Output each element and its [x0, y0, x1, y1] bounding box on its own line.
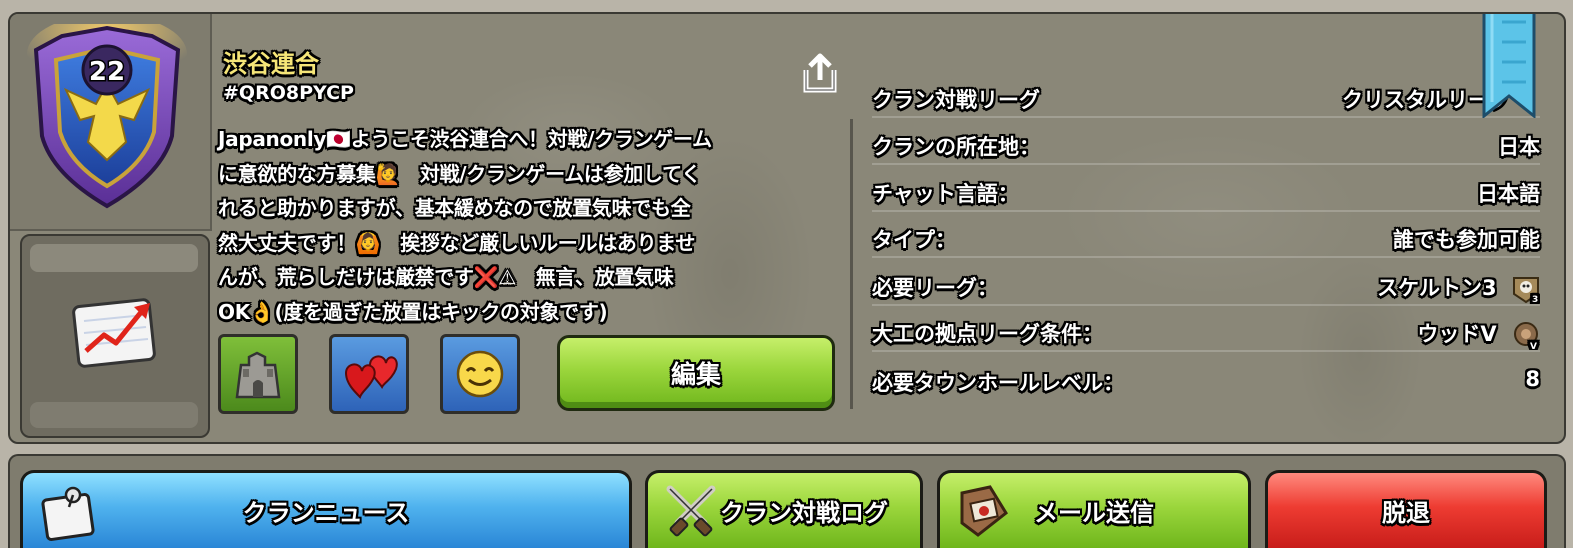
wood-league-numeral: V	[1530, 342, 1537, 350]
clan-level: 22	[89, 57, 125, 87]
required-league-value: スケルトン3	[1377, 276, 1497, 300]
required-league-label: 必要リーグ：	[872, 276, 998, 300]
clan-tag: #QRO8PYCP	[223, 82, 354, 104]
builder-league-label: 大工の拠点リーグ条件：	[872, 322, 1103, 346]
war-frequency-tile[interactable]	[218, 334, 298, 414]
news-note-icon	[41, 486, 95, 541]
crossed-swords-icon	[666, 485, 716, 537]
war-fortress-icon	[235, 351, 281, 399]
friendly-war-tile[interactable]	[329, 334, 409, 414]
leave-clan-button[interactable]: 脱退	[1265, 470, 1547, 548]
send-mail-button[interactable]: メール送信	[937, 470, 1251, 548]
location-value: 日本	[1498, 135, 1540, 159]
smiley-icon	[456, 350, 504, 398]
war-log-label: クラン対戦ログ	[720, 499, 888, 527]
clan-description: Japanonly🇯🇵ようこそ渋谷連合へ！対戦/クランゲーム に意欲的な方募集🙋…	[218, 127, 712, 324]
info-row-location: クランの所在地： 日本	[872, 131, 1540, 165]
history-bottom-bar	[30, 402, 198, 428]
chat-language-label: チャット言語：	[872, 182, 1019, 206]
clan-news-label: クランニュース	[242, 499, 410, 527]
clan-name: 渋谷連合	[223, 50, 319, 78]
required-townhall-label: 必要タウンホールレベル：	[872, 371, 1124, 395]
info-row-war-league: クラン対戦リーグ クリスタルリーグ	[872, 84, 1540, 118]
wood-league-icon: V	[1514, 322, 1538, 350]
edit-button[interactable]: 編集	[557, 335, 835, 411]
type-label: タイプ：	[872, 228, 956, 252]
clan-info-panel: 22 渋谷連合 #QRO8PYCP Japanonly🇯🇵ようこそ渋谷連合へ！対…	[8, 12, 1566, 444]
bookmark-ribbon-icon[interactable]	[1480, 12, 1538, 118]
required-townhall-value: 8	[1525, 367, 1540, 391]
clan-news-button[interactable]: クランニュース	[20, 470, 632, 548]
history-top-bar	[30, 244, 198, 272]
war-log-button[interactable]: クラン対戦ログ	[645, 470, 923, 548]
info-row-type: タイプ： 誰でも参加可能	[872, 224, 1540, 258]
type-value: 誰でも参加可能	[1393, 228, 1540, 252]
builder-league-value: ウッドV	[1417, 322, 1497, 346]
war-league-label: クラン対戦リーグ	[872, 88, 1040, 112]
mail-scroll-icon	[960, 485, 1008, 537]
clan-history-chart-icon[interactable]	[72, 291, 162, 371]
edit-button-label: 編集	[670, 360, 721, 389]
skeleton-league-icon: 3	[1513, 277, 1539, 304]
location-label: クランの所在地：	[872, 135, 1040, 159]
info-row-builder-league: 大工の拠点リーグ条件： ウッドV V	[872, 318, 1540, 352]
info-row-chat-language: チャット言語： 日本語	[872, 178, 1540, 212]
info-row-required-league: 必要リーグ： スケルトン3 3	[872, 272, 1540, 306]
clan-history-panel[interactable]	[20, 234, 210, 438]
send-mail-label: メール送信	[1034, 499, 1154, 527]
leave-clan-label: 脱退	[1382, 499, 1430, 527]
builder-league-value-wrap: ウッドV V	[1417, 318, 1540, 350]
required-league-value-wrap: スケルトン3 3	[1377, 272, 1540, 304]
column-divider	[850, 119, 853, 409]
info-row-required-townhall: 必要タウンホールレベル： 8	[872, 367, 1540, 399]
clan-badge-icon: 22	[27, 24, 187, 209]
share-icon[interactable]	[798, 52, 842, 96]
skeleton-league-number: 3	[1532, 295, 1538, 304]
family-friendly-tile[interactable]	[440, 334, 520, 414]
chat-language-value: 日本語	[1477, 182, 1540, 206]
hearts-icon	[344, 355, 398, 399]
